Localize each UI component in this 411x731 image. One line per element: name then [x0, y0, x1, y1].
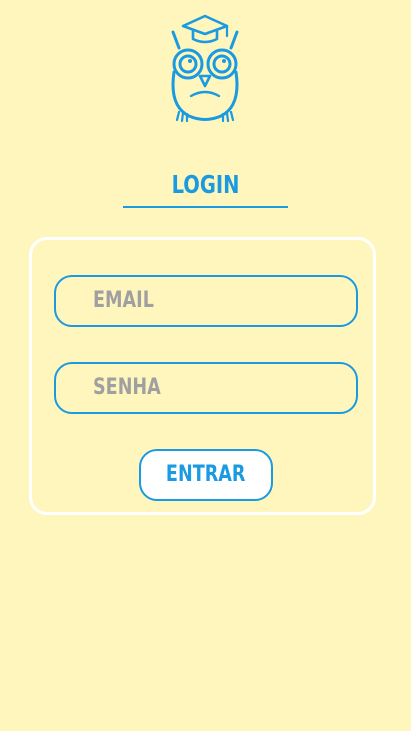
senha-input[interactable] [56, 364, 356, 412]
email-input[interactable] [56, 277, 356, 325]
email-field[interactable]: EMAIL [54, 275, 358, 327]
page-title-text: LOGIN [171, 170, 240, 199]
entrar-button-label: ENTRAR [166, 462, 246, 487]
senha-field[interactable]: SENHA [54, 362, 358, 414]
page-title: LOGIN [123, 163, 288, 208]
owl-logo-icon [165, 12, 245, 124]
entrar-button[interactable]: ENTRAR [139, 449, 273, 501]
